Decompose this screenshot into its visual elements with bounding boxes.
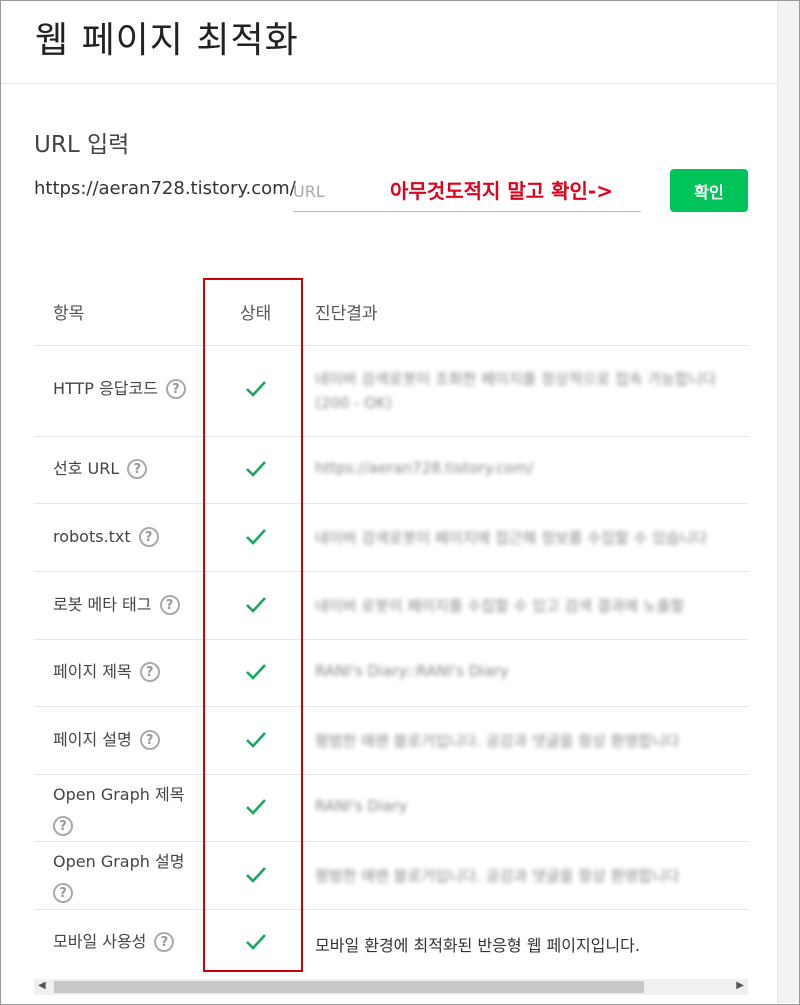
row-label-mobile: 모바일 사용성 ?: [53, 929, 203, 955]
question-circle-icon[interactable]: ?: [165, 379, 186, 399]
row-label-robots: robots.txt ?: [53, 524, 203, 550]
result-text: 평범한 애랜 블로거입니다. 공감과 댓글을 항상 환영합니다: [315, 732, 680, 750]
scroll-right-icon[interactable]: ▶: [736, 980, 744, 991]
question-circle-icon[interactable]: ?: [139, 730, 160, 750]
question-circle-icon[interactable]: ?: [53, 816, 73, 836]
row-divider: [34, 503, 748, 504]
site-url-prefix: https://aeran728.tistory.com/: [34, 178, 296, 199]
row-label-preferred-url: 선호 URL ?: [53, 456, 203, 482]
row-label-http: HTTP 응답코드 ?: [53, 376, 203, 402]
question-circle-icon[interactable]: ?: [53, 883, 73, 903]
page-header: 웹 페이지 최적화: [1, 1, 777, 84]
question-circle-icon[interactable]: ?: [138, 527, 159, 547]
result-text: https://aeran728.tistory.com/: [315, 459, 534, 477]
result-text: RANI's Diary: [315, 797, 408, 815]
row-label-text: 로봇 메타 태그: [53, 595, 152, 614]
header-result: 진단결과: [315, 304, 378, 324]
row-divider: [34, 841, 748, 842]
row-label-og-title: Open Graph 제목 ?: [53, 782, 203, 836]
result-text: RANI's Diary::RANI's Diary: [315, 662, 509, 680]
row-divider: [34, 436, 748, 437]
question-circle-icon[interactable]: ?: [127, 459, 148, 479]
confirm-button[interactable]: 확인: [670, 169, 748, 212]
row-divider: [34, 774, 748, 775]
question-circle-icon[interactable]: ?: [154, 932, 175, 952]
result-text: 평범한 애랜 블로거입니다. 공감과 댓글을 항상 환영합니다: [315, 867, 680, 885]
row-divider: [34, 571, 748, 572]
row-label-page-title: 페이지 제목 ?: [53, 659, 203, 685]
row-label-text: Open Graph 설명: [53, 852, 185, 871]
status-highlight-box: [203, 278, 303, 972]
row-label-text: 페이지 설명: [53, 730, 132, 749]
right-rail: [777, 1, 799, 1003]
row-label-text: Open Graph 제목: [53, 785, 185, 804]
row-divider: [34, 909, 748, 910]
page-title: 웹 페이지 최적화: [35, 20, 299, 61]
row-label-text: 페이지 제목: [53, 662, 132, 681]
row-label-text: 선호 URL: [53, 459, 120, 478]
row-divider: [34, 706, 748, 707]
result-text: 모바일 환경에 최적화된 반응형 웹 페이지입니다.: [315, 936, 640, 955]
annotation-text: 아무것도적지 말고 확인->: [390, 179, 613, 203]
row-divider: [34, 345, 748, 346]
result-text: 네이버 검색로봇이 페이지에 접근해 정보를 수집할 수 있습니다: [315, 529, 708, 547]
url-section-label: URL 입력: [34, 132, 130, 158]
row-label-text: robots.txt: [53, 527, 131, 546]
result-text: 네이버 검색로봇이 조회한 페이지를 정상적으로 접속 가능합니다 (200 -…: [315, 370, 717, 412]
result-text: 네이버 로봇이 페이지를 수집할 수 있고 검색 결과에 노출할: [315, 597, 685, 615]
row-label-text: HTTP 응답코드: [53, 379, 158, 398]
scroll-thumb[interactable]: [54, 981, 644, 993]
row-divider: [34, 639, 748, 640]
horizontal-scrollbar[interactable]: ◀ ▶: [34, 979, 748, 995]
row-label-text: 모바일 사용성: [53, 932, 147, 951]
row-label-page-desc: 페이지 설명 ?: [53, 727, 203, 753]
row-label-og-desc: Open Graph 설명 ?: [53, 849, 203, 903]
row-label-robot-meta: 로봇 메타 태그 ?: [53, 592, 203, 618]
header-item: 항목: [53, 304, 85, 324]
scroll-left-icon[interactable]: ◀: [38, 980, 46, 991]
question-circle-icon[interactable]: ?: [159, 595, 180, 615]
question-circle-icon[interactable]: ?: [139, 662, 160, 682]
